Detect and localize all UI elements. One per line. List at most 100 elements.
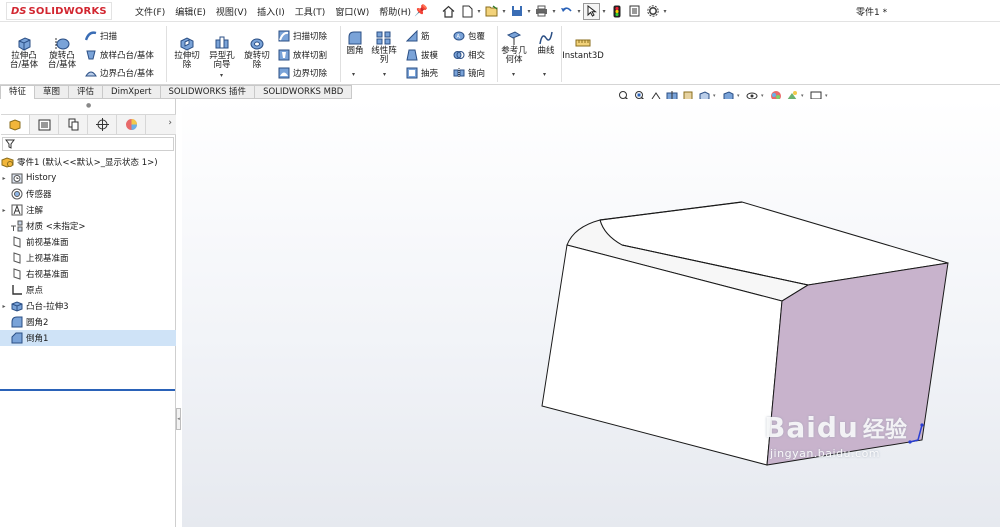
draft-label: 拔模: [421, 50, 439, 61]
configurationmanager-tab[interactable]: [59, 115, 88, 134]
menu-insert[interactable]: 插入(I): [252, 5, 290, 18]
wrap-button[interactable]: A 包覆: [452, 29, 485, 42]
extrude-boss-button[interactable]: 拉伸凸 台/基体: [6, 35, 42, 70]
tab-evaluate[interactable]: 评估: [69, 85, 104, 99]
part-model[interactable]: [182, 99, 1000, 527]
rebuild-icon[interactable]: [608, 3, 625, 20]
chevron-down-icon[interactable]: ▾: [220, 72, 223, 79]
chevron-down-icon[interactable]: ▾: [576, 8, 582, 15]
chevron-down-icon[interactable]: ▾: [801, 93, 806, 99]
rollback-bar[interactable]: [0, 389, 175, 391]
tab-features[interactable]: 特征: [0, 85, 36, 99]
tab-solidworks-addins[interactable]: SOLIDWORKS 插件: [160, 85, 256, 99]
curves-button[interactable]: 曲线: [532, 30, 560, 56]
reference-geometry-button[interactable]: 参考几 何体: [499, 30, 529, 65]
tab-solidworks-mbd[interactable]: SOLIDWORKS MBD: [255, 85, 353, 99]
chevron-down-icon[interactable]: ▾: [501, 8, 507, 15]
tab-dimxpert[interactable]: DimXpert: [103, 85, 161, 99]
solidworks-logo[interactable]: DS SOLIDWORKS: [6, 2, 112, 20]
options-gear-icon[interactable]: [644, 3, 661, 20]
tab-sketch[interactable]: 草图: [35, 85, 70, 99]
draft-button[interactable]: 拔模: [405, 48, 438, 61]
chevron-down-icon[interactable]: ▾: [476, 8, 482, 15]
tree-item-material[interactable]: 材质 <未指定>: [0, 218, 176, 234]
chevron-down-icon[interactable]: ▾: [352, 71, 355, 78]
tree-root-part[interactable]: 零件1 (默认<<默认>_显示状态 1>): [0, 154, 176, 170]
shell-button[interactable]: 抽壳: [405, 66, 438, 79]
panel-grip-icon[interactable]: ●: [86, 102, 91, 109]
menu-tools[interactable]: 工具(T): [290, 5, 331, 18]
revolve-boss-button[interactable]: 旋转凸 台/基体: [44, 35, 80, 70]
undo-icon[interactable]: [558, 3, 575, 20]
chevron-down-icon[interactable]: ▾: [601, 8, 607, 15]
linear-pattern-button[interactable]: 线性阵 列: [369, 30, 399, 65]
chevron-down-icon[interactable]: ▾: [825, 93, 830, 99]
tree-item-history[interactable]: ▸ History: [0, 170, 176, 186]
expand-arrow-icon[interactable]: ▸: [0, 303, 8, 310]
panel-resize-handle[interactable]: ◂: [176, 408, 181, 430]
tree-item-boss-extrude3[interactable]: ▸ 凸台-拉伸3: [0, 298, 176, 314]
mirror-button[interactable]: 镜向: [452, 66, 485, 79]
tree-item-annotations[interactable]: ▸ 注解: [0, 202, 176, 218]
featuremanager-tab[interactable]: [1, 115, 30, 134]
tree-item-sensors[interactable]: 传感器: [0, 186, 176, 202]
open-icon[interactable]: [483, 3, 500, 20]
menu-file[interactable]: 文件(F): [130, 5, 170, 18]
new-icon[interactable]: [458, 3, 475, 20]
swept-cut-button[interactable]: 扫描切除: [277, 29, 327, 42]
graphics-area[interactable]: Baidu 经验 jingyan.baidu.com: [182, 99, 1000, 527]
boundary-cut-button[interactable]: 边界切除: [277, 66, 327, 79]
save-icon[interactable]: [508, 3, 525, 20]
intersect-label: 相交: [468, 50, 486, 61]
feature-filter-field[interactable]: [2, 137, 174, 151]
displaymanager-tab[interactable]: [117, 115, 146, 134]
intersect-button[interactable]: 相交: [452, 48, 485, 61]
propertymanager-tab[interactable]: [30, 115, 59, 134]
chevron-down-icon[interactable]: ▾: [526, 8, 532, 15]
menu-bar: 文件(F) 编辑(E) 视图(V) 插入(I) 工具(T) 窗口(W) 帮助(H…: [130, 5, 416, 18]
chevron-down-icon[interactable]: ▾: [383, 71, 386, 78]
fillet-button[interactable]: 圆角: [342, 30, 368, 56]
chevron-down-icon[interactable]: ▾: [713, 93, 718, 99]
boundary-boss-button[interactable]: 边界凸台/基体: [84, 66, 154, 79]
chevron-down-icon[interactable]: ▾: [662, 8, 668, 15]
chevron-down-icon[interactable]: ▾: [551, 8, 557, 15]
tree-item-fillet2[interactable]: 圆角2: [0, 314, 176, 330]
tree-item-chamfer1[interactable]: 倒角1: [0, 330, 176, 346]
instant3d-button[interactable]: Instant3D: [562, 35, 604, 61]
rib-button[interactable]: 筋: [405, 29, 430, 42]
reference-geometry-icon: [506, 30, 522, 46]
lofted-cut-button[interactable]: 放样切割: [277, 48, 327, 61]
tree-item-right-plane[interactable]: 右视基准面: [0, 266, 176, 282]
select-icon[interactable]: [583, 2, 600, 20]
chevron-down-icon[interactable]: ▾: [761, 93, 766, 99]
print-icon[interactable]: [533, 3, 550, 20]
chevron-down-icon[interactable]: ▾: [543, 71, 546, 78]
menu-help[interactable]: 帮助(H): [374, 5, 416, 18]
file-properties-icon[interactable]: [626, 3, 643, 20]
tree-item-top-plane[interactable]: 上视基准面: [0, 250, 176, 266]
tree-item-front-plane[interactable]: 前视基准面: [0, 234, 176, 250]
hole-wizard-button[interactable]: 异型孔 向导: [205, 35, 239, 70]
chevron-down-icon[interactable]: ▾: [737, 93, 742, 99]
menu-view[interactable]: 视图(V): [211, 5, 252, 18]
expand-arrow-icon[interactable]: ▸: [0, 175, 8, 182]
dimxpertmanager-tab[interactable]: [88, 115, 117, 134]
configurationmanager-icon: [68, 118, 78, 131]
revolve-cut-button[interactable]: 旋转切 除: [240, 35, 274, 70]
hole-wizard-label: 异型孔 向导: [209, 51, 235, 70]
menu-window[interactable]: 窗口(W): [330, 5, 374, 18]
extrude-cut-button[interactable]: 拉伸切 除: [170, 35, 204, 70]
loft-boss-button[interactable]: 放样凸台/基体: [84, 48, 154, 61]
home-icon[interactable]: [440, 3, 457, 20]
pin-menu-icon[interactable]: 📌: [414, 4, 428, 17]
tree-item-label: 材质 <未指定>: [26, 222, 86, 232]
ribbon-separator: [340, 26, 341, 82]
title-bar: DS SOLIDWORKS 文件(F) 编辑(E) 视图(V) 插入(I) 工具…: [0, 0, 1000, 22]
chevron-right-icon[interactable]: ›: [168, 118, 172, 128]
chevron-down-icon[interactable]: ▾: [512, 71, 515, 78]
menu-edit[interactable]: 编辑(E): [170, 5, 211, 18]
expand-arrow-icon[interactable]: ▸: [0, 207, 8, 214]
tree-item-origin[interactable]: 原点: [0, 282, 176, 298]
sweep-button[interactable]: 扫描: [84, 29, 117, 42]
